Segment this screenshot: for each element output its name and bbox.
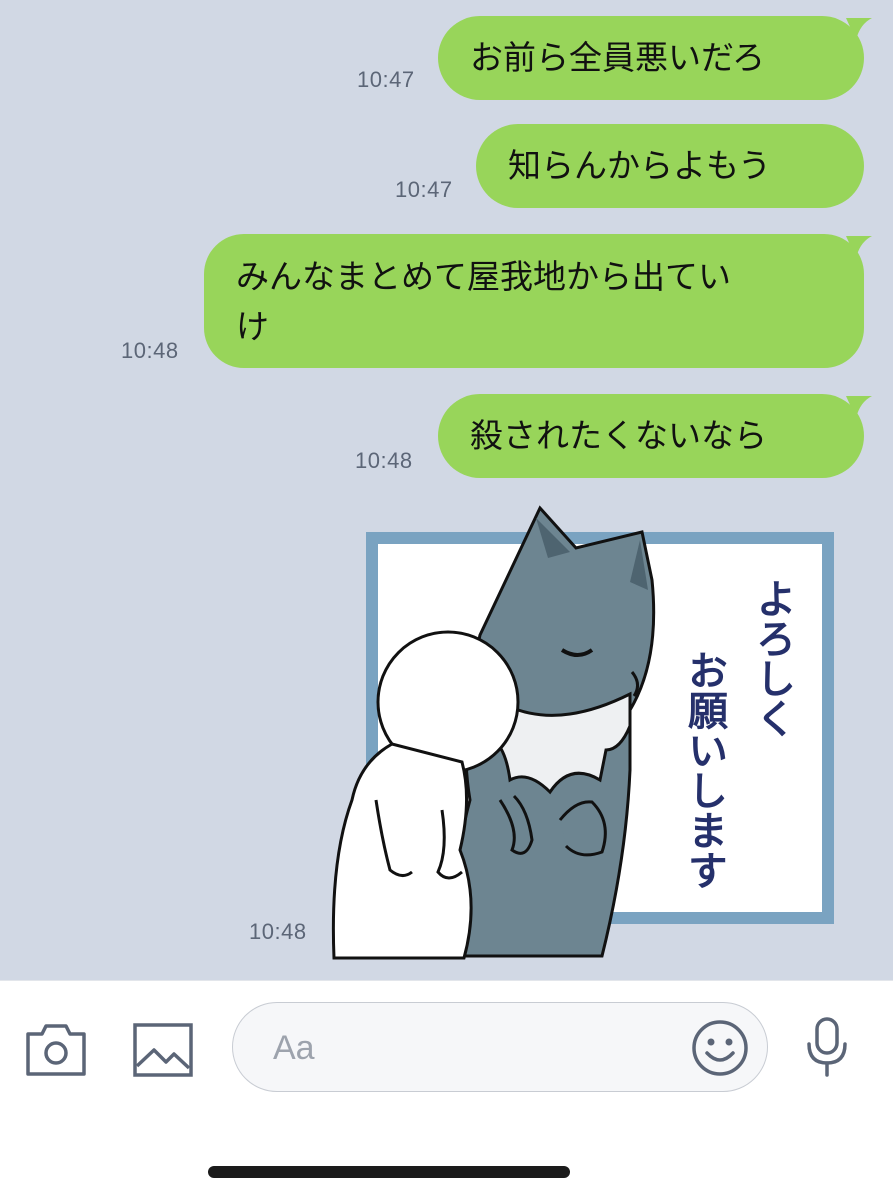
sticker-image[interactable]: よろしく お願いします [330, 500, 840, 960]
camera-icon[interactable] [24, 1020, 88, 1082]
chat-area[interactable]: お前ら全員悪いだろ 10:47 知らんからよもう 10:47 みんなまとめて屋我… [0, 0, 893, 980]
sticker-time: 10:48 [249, 919, 307, 944]
sent-message[interactable]: お前ら全員悪いだろ [438, 16, 872, 100]
image-icon[interactable] [132, 1022, 194, 1082]
message-text-line: みんなまとめて屋我地から出てい [236, 257, 731, 296]
message-text: 知らんからよもう [508, 146, 772, 185]
sent-message[interactable]: みんなまとめて屋我地から出てい け [204, 234, 872, 368]
bubble-tail [846, 396, 872, 418]
sent-message[interactable]: 殺されたくないなら [438, 394, 872, 478]
message-text: お前ら全員悪いだろ [470, 38, 766, 77]
message-text: 殺されたくないなら [470, 416, 767, 455]
message-time: 10:48 [121, 338, 179, 363]
microphone-icon[interactable] [804, 1016, 850, 1082]
sent-message[interactable]: 知らんからよもう [476, 124, 864, 208]
home-indicator[interactable] [208, 1166, 570, 1178]
sticker-text-col1: よろしく [749, 578, 795, 738]
sticker-text-col2: お願いします [681, 650, 728, 890]
message-time: 10:47 [357, 67, 415, 92]
bubble-tail [846, 236, 872, 258]
message-text-line: け [236, 307, 269, 346]
emoji-icon[interactable] [691, 1019, 749, 1081]
message-time: 10:47 [395, 177, 453, 202]
message-input-field[interactable] [271, 1021, 675, 1075]
message-time: 10:48 [355, 448, 413, 473]
bubble-tail [846, 18, 872, 40]
message-input[interactable] [232, 1002, 768, 1092]
